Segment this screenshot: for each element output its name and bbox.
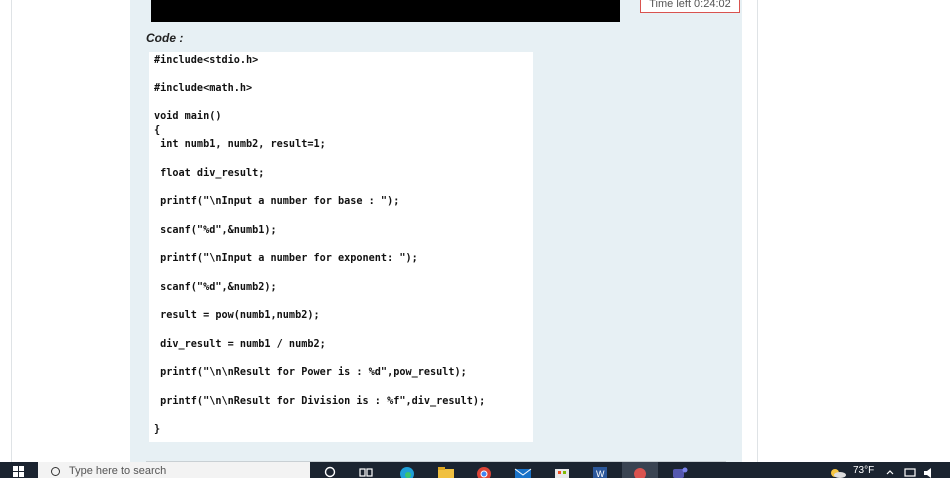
code-line: } — [154, 424, 161, 435]
code-line: printf("\nInput a number for base : "); — [154, 196, 400, 207]
media-frame — [151, 0, 620, 22]
time-left-indicator: Time left 0:24:02 — [640, 0, 740, 13]
code-block: #include<stdio.h> #include<math.h> void … — [149, 52, 533, 442]
code-line: scanf("%d",&numb2); — [154, 282, 277, 293]
network-icon[interactable] — [903, 465, 917, 478]
code-line: float div_result; — [154, 168, 265, 179]
code-line: #include<stdio.h> — [154, 55, 259, 66]
store-icon[interactable] — [552, 465, 572, 478]
file-explorer-icon[interactable] — [436, 465, 456, 478]
taskbar-search-box[interactable]: Type here to search — [38, 462, 310, 478]
start-button[interactable] — [0, 462, 38, 478]
teams-icon[interactable] — [669, 465, 689, 478]
code-line: #include<math.h> — [154, 83, 253, 94]
volume-icon[interactable] — [922, 465, 936, 478]
windows-logo-icon — [13, 466, 25, 478]
code-line: int numb1, numb2, result=1; — [154, 139, 326, 150]
code-line: { — [154, 125, 161, 136]
search-placeholder: Type here to search — [69, 465, 167, 477]
edge-icon[interactable] — [398, 465, 416, 478]
weather-temperature: 73°F — [853, 465, 875, 476]
code-line: scanf("%d",&numb1); — [154, 225, 277, 236]
taskbar: Type here to search W 73°F — [0, 462, 950, 478]
code-line: div_result = numb1 / numb2; — [154, 339, 326, 350]
task-view-icon[interactable] — [358, 465, 374, 478]
search-icon — [51, 467, 60, 476]
weather-icon[interactable] — [828, 465, 848, 478]
page-left-border — [11, 0, 12, 462]
code-line: result = pow(numb1,numb2); — [154, 310, 320, 321]
code-line: void main() — [154, 111, 222, 122]
code-line: printf("\n\nResult for Power is : %d",po… — [154, 367, 467, 378]
mail-icon[interactable] — [513, 465, 533, 478]
chrome-icon[interactable] — [475, 465, 493, 478]
code-line: printf("\n\nResult for Division is : %f"… — [154, 396, 486, 407]
page-right-border — [757, 0, 758, 462]
cortana-icon[interactable] — [323, 465, 337, 478]
svg-text:W: W — [596, 469, 605, 478]
app-icon[interactable] — [631, 465, 649, 478]
code-label: Code : — [146, 31, 184, 45]
chevron-up-icon[interactable] — [885, 465, 895, 478]
code-line: printf("\nInput a number for exponent: "… — [154, 253, 418, 264]
word-icon[interactable]: W — [591, 465, 609, 478]
